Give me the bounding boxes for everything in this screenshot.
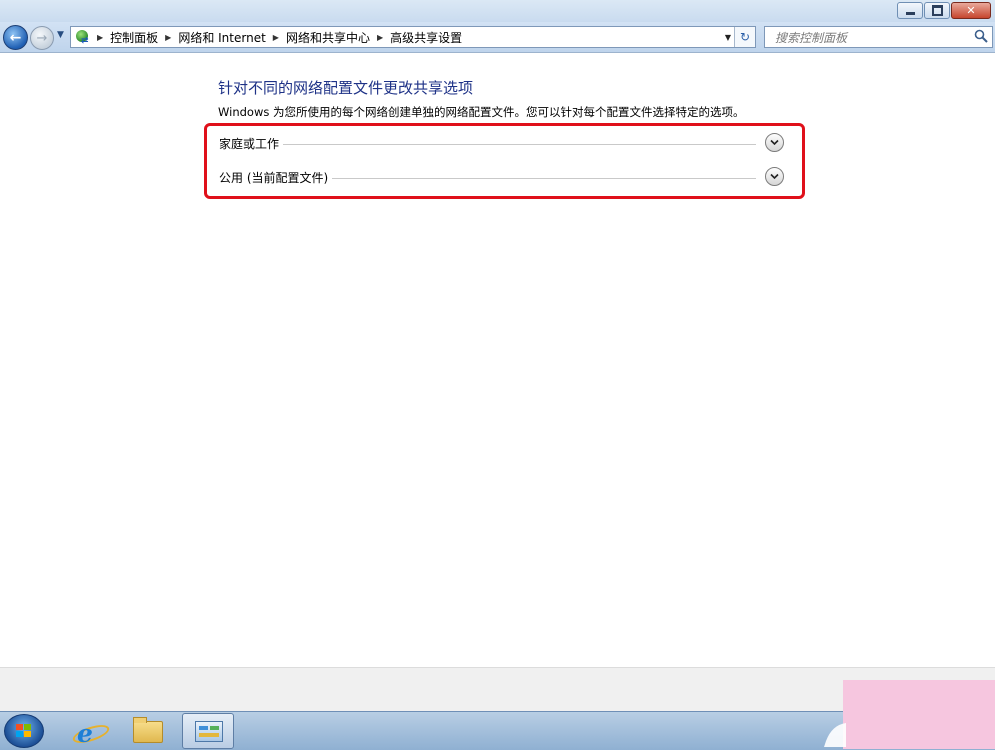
forward-button[interactable]: → — [30, 26, 54, 50]
expand-chevron-icon[interactable] — [765, 167, 784, 186]
navigation-bar: ← → ▼ ⇄ ▶ 控制面板 ▶ 网络和 Internet ▶ 网络和共享中心 … — [0, 22, 995, 53]
breadcrumb-separator-icon[interactable]: ▶ — [97, 33, 103, 42]
taskbar-windows-explorer[interactable] — [122, 713, 174, 749]
profile-label: 家庭或工作 — [219, 135, 284, 152]
breadcrumb-network-internet[interactable]: 网络和 Internet — [178, 29, 265, 46]
back-button[interactable]: ← — [3, 25, 28, 50]
refresh-icon: ↻ — [739, 30, 751, 44]
address-bar[interactable]: ⇄ ▶ 控制面板 ▶ 网络和 Internet ▶ 网络和共享中心 ▶ 高级共享… — [70, 26, 756, 48]
breadcrumb-separator-icon[interactable]: ▶ — [377, 33, 383, 42]
network-icon: ⇄ — [75, 29, 91, 46]
profile-home-work[interactable]: 家庭或工作 — [219, 132, 784, 156]
profile-label: 公用 (当前配置文件) — [219, 169, 333, 186]
page-title: 针对不同的网络配置文件更改共享选项 — [218, 79, 474, 97]
breadcrumb-separator-icon[interactable]: ▶ — [165, 33, 171, 42]
control-panel-icon — [195, 721, 223, 742]
back-arrow-icon: ← — [9, 29, 22, 46]
breadcrumb-network-sharing-center[interactable]: 网络和共享中心 — [286, 29, 370, 46]
restore-icon — [931, 5, 943, 16]
minimize-icon — [905, 12, 915, 15]
folder-icon — [133, 717, 163, 743]
expand-chevron-icon[interactable] — [765, 133, 784, 152]
taskbar-internet-explorer[interactable]: e — [63, 713, 115, 749]
close-button[interactable]: ✕ — [951, 2, 991, 19]
start-button[interactable] — [4, 714, 44, 748]
search-input[interactable] — [773, 28, 977, 48]
breadcrumb-advanced-sharing[interactable]: 高级共享设置 — [390, 29, 462, 46]
breadcrumb: 控制面板 ▶ 网络和 Internet ▶ 网络和共享中心 ▶ 高级共享设置 — [110, 29, 462, 46]
window-controls: ✕ — [896, 2, 991, 19]
watermark-logo-icon — [824, 723, 846, 747]
main-content: 针对不同的网络配置文件更改共享选项 Windows 为您所使用的每个网络创建单独… — [0, 53, 995, 667]
address-dropdown-icon[interactable]: ▼ — [725, 33, 731, 42]
refresh-button[interactable]: ↻ — [734, 27, 755, 47]
profile-public[interactable]: 公用 (当前配置文件) — [219, 166, 784, 190]
watermark-block — [843, 680, 995, 749]
title-bar: ✕ — [0, 0, 995, 22]
taskbar-control-panel[interactable] — [182, 713, 234, 749]
close-icon: ✕ — [966, 4, 976, 17]
recent-pages-dropdown[interactable]: ▼ — [57, 30, 64, 40]
section-divider — [219, 144, 756, 145]
breadcrumb-control-panel[interactable]: 控制面板 — [110, 29, 158, 46]
internet-explorer-icon: e — [77, 719, 93, 748]
windows-logo-icon — [16, 724, 31, 737]
search-icon[interactable] — [974, 29, 988, 43]
search-box — [764, 26, 993, 48]
breadcrumb-separator-icon[interactable]: ▶ — [273, 33, 279, 42]
restore-button[interactable] — [924, 2, 950, 19]
forward-arrow-icon: → — [36, 30, 48, 46]
minimize-button[interactable] — [897, 2, 923, 19]
page-description: Windows 为您所使用的每个网络创建单独的网络配置文件。您可以针对每个配置文… — [218, 105, 745, 119]
